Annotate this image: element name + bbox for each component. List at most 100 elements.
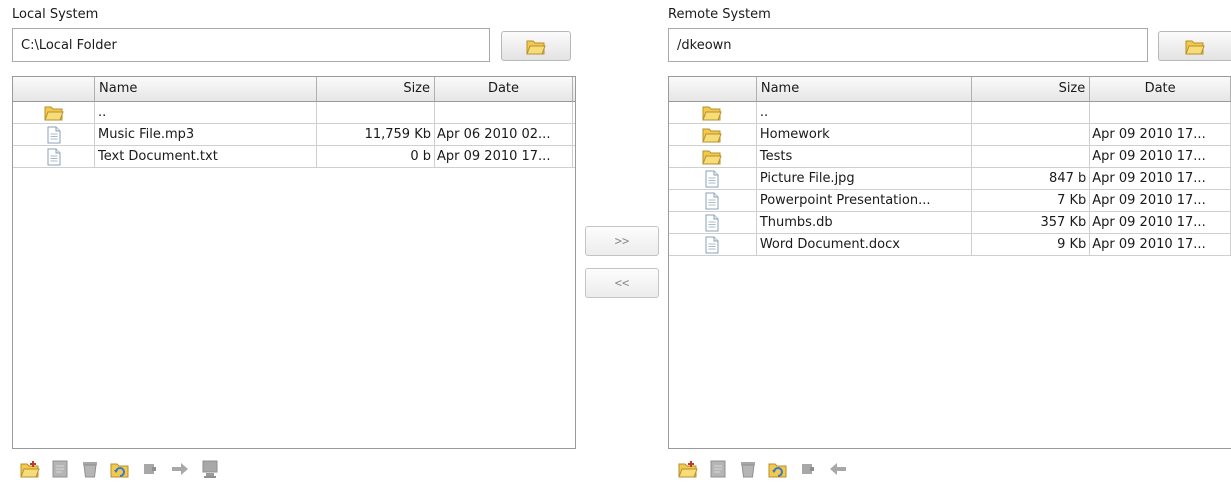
row-size-cell	[972, 102, 1091, 123]
remote-new-folder-button[interactable]	[678, 459, 698, 479]
new-folder-icon	[20, 461, 40, 478]
table-row[interactable]: Tests Apr 09 2010 17...	[669, 146, 1231, 168]
folder-icon	[702, 104, 723, 121]
row-name-cell: Word Document.docx	[757, 234, 973, 255]
file-icon	[705, 192, 719, 210]
row-name-cell: Homework	[757, 124, 973, 145]
remote-system-label: Remote System	[668, 7, 771, 22]
local-rename-button[interactable]	[50, 459, 70, 479]
file-icon	[47, 126, 61, 144]
local-transfer-button[interactable]	[200, 459, 220, 479]
name-column-header[interactable]: Name	[757, 77, 973, 101]
local-table-body: .. Music File.mp3 11,759 Kb Apr 06 2010 02.…	[13, 102, 575, 168]
remote-path-input[interactable]	[668, 28, 1148, 62]
row-icon-cell	[669, 102, 757, 123]
local-path-input[interactable]	[12, 28, 490, 62]
properties-icon	[144, 464, 156, 474]
row-date-cell: Apr 09 2010 17...	[1090, 168, 1231, 189]
row-size-cell: 11,759 Kb	[317, 124, 435, 145]
row-icon-cell	[669, 146, 757, 167]
row-size-cell	[972, 124, 1091, 145]
row-name-cell: Picture File.jpg	[757, 168, 973, 189]
local-browse-button[interactable]	[501, 31, 571, 61]
row-name-cell: ..	[757, 102, 973, 123]
local-file-table[interactable]: Name Size Date .. Music File.mp3 11,759 Kb…	[12, 76, 576, 449]
row-size-cell: 0 b	[317, 146, 435, 167]
row-icon-cell	[669, 190, 757, 211]
folder-icon	[43, 104, 64, 121]
date-column-header[interactable]: Date	[435, 77, 573, 101]
row-icon-cell	[669, 234, 757, 255]
remote-table-body: .. Homework Apr 09 2010 17... Tests Apr 09 2…	[669, 102, 1231, 256]
local-table-header: Name Size Date	[13, 77, 575, 102]
name-column-header[interactable]: Name	[95, 77, 317, 101]
remote-file-table[interactable]: Name Size Date .. Homework Apr 09 2010 17.…	[668, 76, 1231, 449]
remote-toolbar	[678, 459, 848, 479]
table-row[interactable]: Text Document.txt 0 b Apr 09 2010 17...	[13, 146, 575, 168]
folder-icon	[702, 148, 723, 165]
download-arrow-icon	[830, 463, 846, 475]
row-size-cell: 9 Kb	[972, 234, 1091, 255]
local-upload-button[interactable]	[170, 459, 190, 479]
refresh-icon	[110, 463, 129, 478]
download-transfer-button[interactable]: <<	[585, 268, 659, 298]
row-date-cell: Apr 06 2010 02...	[435, 124, 573, 145]
rename-icon	[710, 460, 726, 478]
row-date-cell: Apr 09 2010 17...	[1090, 234, 1231, 255]
remote-table-header: Name Size Date	[669, 77, 1231, 102]
local-properties-button[interactable]	[140, 459, 160, 479]
row-icon-cell	[669, 168, 757, 189]
table-row[interactable]: ..	[13, 102, 575, 124]
rename-icon	[52, 460, 68, 478]
row-date-cell: Apr 09 2010 17...	[1090, 190, 1231, 211]
remote-download-button[interactable]	[828, 459, 848, 479]
new-folder-icon	[678, 461, 698, 478]
row-date-cell: Apr 09 2010 17...	[1090, 146, 1231, 167]
table-row[interactable]: Powerpoint Presentation... 7 Kb Apr 09 201…	[669, 190, 1231, 212]
table-row[interactable]: ..	[669, 102, 1231, 124]
icon-column-header[interactable]	[669, 77, 757, 101]
table-row[interactable]: Homework Apr 09 2010 17...	[669, 124, 1231, 146]
refresh-icon	[768, 463, 787, 478]
remote-properties-button[interactable]	[798, 459, 818, 479]
row-icon-cell	[669, 212, 757, 233]
icon-column-header[interactable]	[13, 77, 95, 101]
folder-icon	[1185, 40, 1205, 54]
remote-refresh-button[interactable]	[768, 459, 788, 479]
local-new-folder-button[interactable]	[20, 459, 40, 479]
row-name-cell: Text Document.txt	[95, 146, 317, 167]
size-column-header[interactable]: Size	[317, 77, 435, 101]
date-column-header[interactable]: Date	[1090, 77, 1231, 101]
upload-transfer-button[interactable]: >>	[585, 226, 659, 256]
row-date-cell	[1090, 102, 1231, 123]
file-icon	[705, 214, 719, 232]
remote-delete-button[interactable]	[738, 459, 758, 479]
remote-rename-button[interactable]	[708, 459, 728, 479]
row-date-cell: Apr 09 2010 17...	[1090, 212, 1231, 233]
row-icon-cell	[13, 124, 95, 145]
row-icon-cell	[13, 146, 95, 167]
row-size-cell: 357 Kb	[972, 212, 1091, 233]
row-icon-cell	[13, 102, 95, 123]
row-name-cell: Music File.mp3	[95, 124, 317, 145]
table-row[interactable]: Music File.mp3 11,759 Kb Apr 06 2010 02...	[13, 124, 575, 146]
size-column-header[interactable]: Size	[972, 77, 1091, 101]
table-row[interactable]: Word Document.docx 9 Kb Apr 09 2010 17...	[669, 234, 1231, 256]
row-size-cell: 7 Kb	[972, 190, 1091, 211]
row-size-cell	[317, 102, 435, 123]
table-row[interactable]: Thumbs.db 357 Kb Apr 09 2010 17...	[669, 212, 1231, 234]
delete-icon	[83, 462, 97, 478]
properties-icon	[802, 464, 814, 474]
row-date-cell: Apr 09 2010 17...	[435, 146, 573, 167]
local-refresh-button[interactable]	[110, 459, 130, 479]
row-date-cell	[435, 102, 573, 123]
row-date-cell: Apr 09 2010 17...	[1090, 124, 1231, 145]
row-name-cell: Tests	[757, 146, 973, 167]
table-row[interactable]: Picture File.jpg 847 b Apr 09 2010 17...	[669, 168, 1231, 190]
delete-icon	[741, 462, 755, 478]
remote-browse-button[interactable]	[1158, 31, 1231, 61]
file-icon	[705, 236, 719, 254]
folder-icon	[526, 40, 546, 54]
row-name-cell: Powerpoint Presentation...	[757, 190, 973, 211]
local-delete-button[interactable]	[80, 459, 100, 479]
